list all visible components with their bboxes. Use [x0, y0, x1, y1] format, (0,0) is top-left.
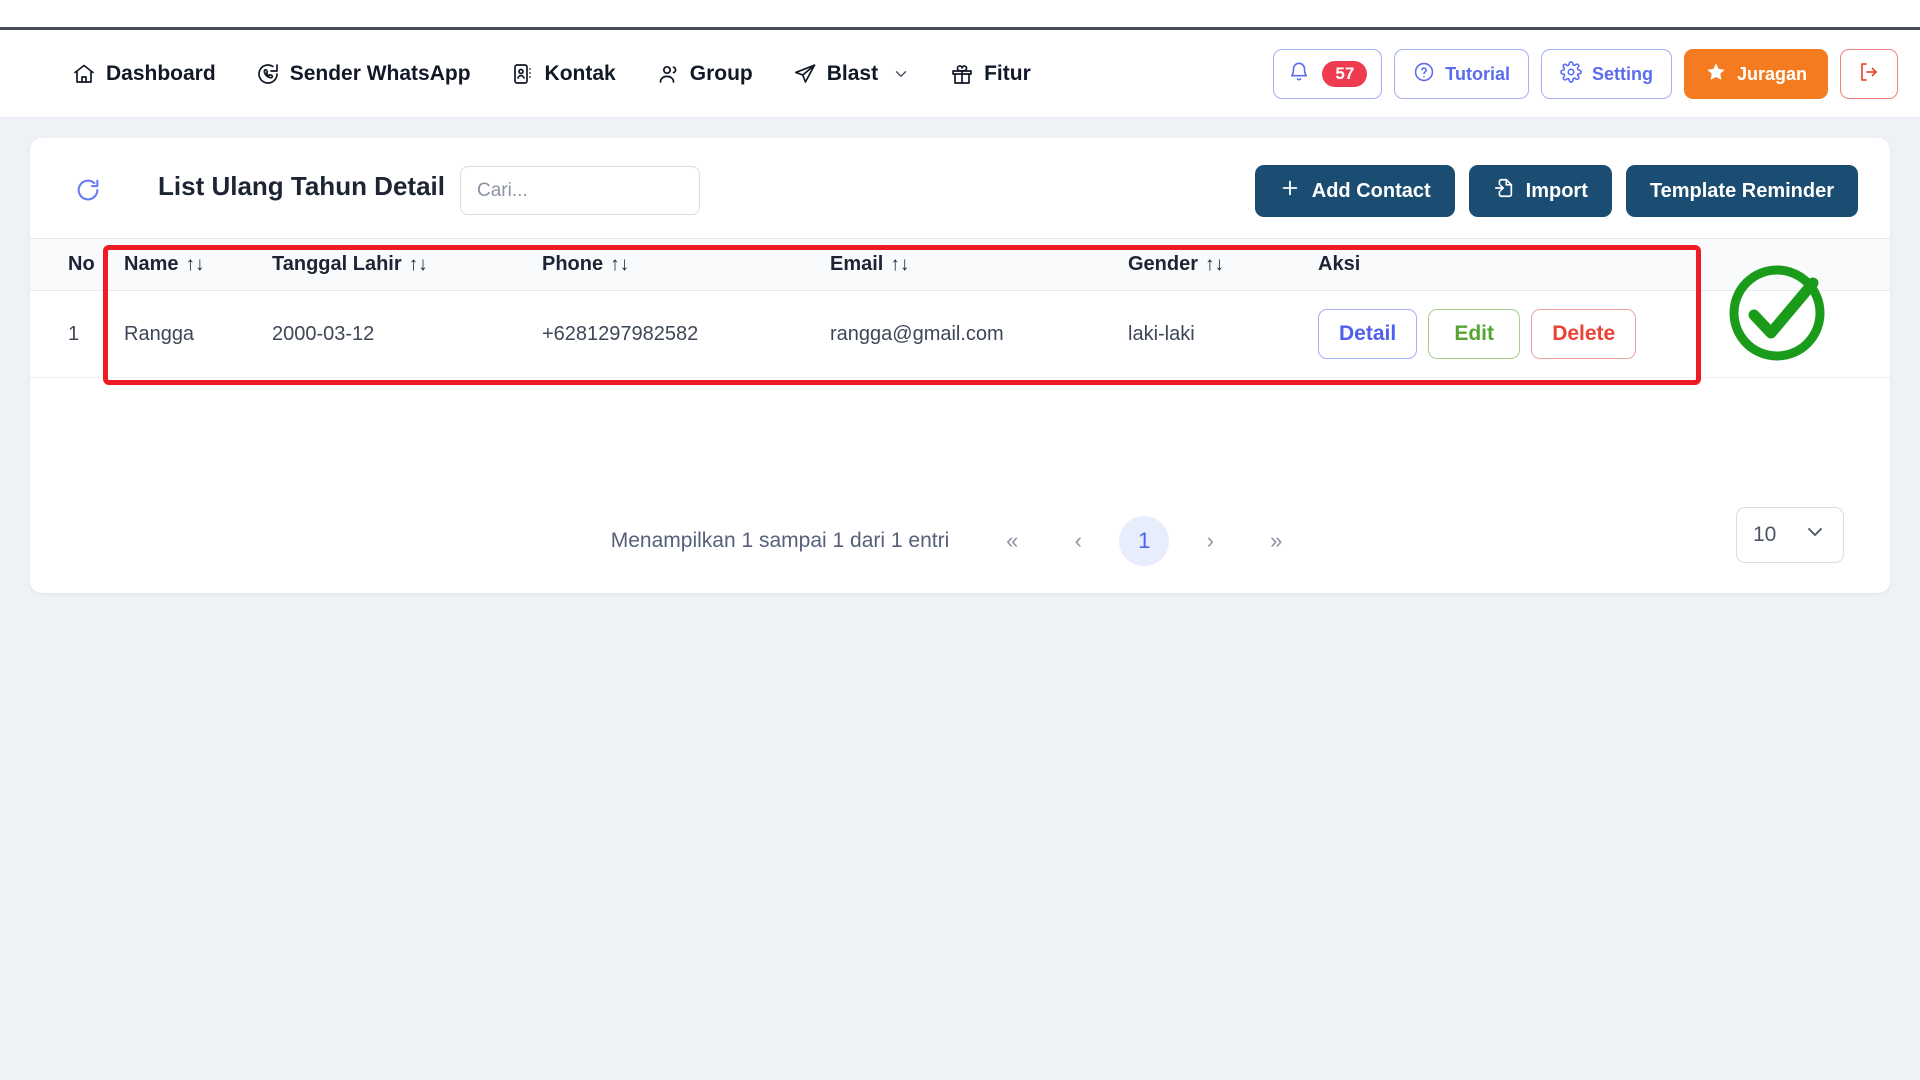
nav-label-fitur: Fitur	[984, 61, 1031, 85]
contacts-table: No Name ↑↓ Tanggal Lahir ↑↓ Phone ↑↓ Email ↑…	[30, 238, 1890, 378]
cell-gender: laki-laki	[1128, 290, 1318, 378]
setting-button[interactable]: Setting	[1540, 49, 1672, 99]
sort-icon-name[interactable]: ↑↓	[185, 254, 204, 275]
logout-button[interactable]	[1840, 49, 1898, 99]
contact-card-icon	[511, 62, 535, 86]
app-root: Dashboard Sender WhatsApp Kontak Group B…	[0, 0, 1920, 1080]
cell-tanggal-lahir: 2000-03-12	[272, 290, 542, 378]
navbar-menu: Dashboard Sender WhatsApp Kontak Group B…	[52, 30, 1051, 118]
column-label-no: No	[68, 253, 95, 275]
search-input[interactable]	[460, 166, 700, 215]
pagination-page-1[interactable]: 1	[1119, 516, 1170, 566]
column-header-no: No	[30, 238, 108, 291]
plus-icon	[1279, 177, 1301, 205]
pagination-last-button[interactable]: »	[1251, 516, 1301, 566]
column-header-aksi: Aksi	[1318, 238, 1890, 291]
cell-email: rangga@gmail.com	[830, 290, 1128, 378]
people-icon	[656, 62, 680, 86]
question-circle-icon	[1413, 61, 1435, 88]
main-navbar: Dashboard Sender WhatsApp Kontak Group B…	[0, 30, 1920, 118]
nav-item-kontak[interactable]: Kontak	[491, 30, 636, 118]
import-label: Import	[1525, 179, 1588, 202]
edit-button[interactable]: Edit	[1428, 309, 1521, 359]
pagination: Menampilkan 1 sampai 1 dari 1 entri « ‹ …	[30, 516, 1890, 566]
nav-item-dashboard[interactable]: Dashboard	[52, 30, 236, 118]
add-contact-label: Add Contact	[1311, 179, 1431, 202]
nav-label-dashboard: Dashboard	[106, 61, 216, 85]
card-toolbar: List Ulang Tahun Detail Add Contact	[30, 138, 1890, 238]
sort-icon-gender[interactable]: ↑↓	[1205, 254, 1224, 275]
home-icon	[72, 62, 96, 86]
setting-label: Setting	[1591, 63, 1653, 84]
nav-label-blast: Blast	[826, 61, 879, 85]
table-row: 1 Rangga 2000-03-12 +6281297982582 rangg…	[30, 290, 1890, 378]
column-label-gender: Gender	[1128, 253, 1199, 275]
column-label-email: Email	[830, 253, 884, 275]
tutorial-label: Tutorial	[1445, 63, 1510, 84]
nav-item-blast[interactable]: Blast	[773, 30, 930, 118]
column-header-gender[interactable]: Gender ↑↓	[1128, 238, 1318, 291]
juragan-button[interactable]: Juragan	[1683, 49, 1828, 99]
column-label-phone: Phone	[542, 253, 604, 275]
content-card: List Ulang Tahun Detail Add Contact	[30, 138, 1890, 593]
navbar-actions: 57 Tutorial Setting Juragan	[1273, 30, 1898, 118]
column-header-email[interactable]: Email ↑↓	[830, 238, 1128, 291]
import-icon	[1493, 177, 1515, 205]
nav-label-group: Group	[689, 61, 753, 85]
nav-item-fitur[interactable]: Fitur	[930, 30, 1051, 118]
table-header-row: No Name ↑↓ Tanggal Lahir ↑↓ Phone ↑↓ Email ↑…	[30, 238, 1890, 291]
table-head: No Name ↑↓ Tanggal Lahir ↑↓ Phone ↑↓ Email ↑…	[30, 238, 1890, 291]
column-label-aksi: Aksi	[1318, 253, 1361, 275]
pagination-summary: Menampilkan 1 sampai 1 dari 1 entri	[610, 529, 950, 552]
import-button[interactable]: Import	[1468, 165, 1612, 217]
column-header-phone[interactable]: Phone ↑↓	[542, 238, 830, 291]
page-size-select[interactable]: 10	[1736, 507, 1844, 563]
refresh-icon[interactable]	[72, 174, 104, 206]
nav-label-kontak: Kontak	[544, 61, 616, 85]
whatsapp-icon	[256, 62, 280, 86]
page-size-value: 10	[1753, 523, 1777, 546]
pagination-first-button[interactable]: «	[987, 516, 1037, 566]
template-reminder-label: Template Reminder	[1649, 179, 1834, 202]
nav-item-group[interactable]: Group	[636, 30, 773, 118]
star-icon	[1705, 61, 1727, 88]
juragan-label: Juragan	[1736, 63, 1807, 84]
bell-icon	[1288, 61, 1310, 88]
table-body: 1 Rangga 2000-03-12 +6281297982582 rangg…	[30, 290, 1890, 378]
tutorial-button[interactable]: Tutorial	[1394, 49, 1529, 99]
notification-button[interactable]: 57	[1273, 49, 1383, 99]
nav-item-sender-whatsapp[interactable]: Sender WhatsApp	[236, 30, 491, 118]
column-label-name: Name	[124, 253, 179, 275]
sort-icon-email[interactable]: ↑↓	[890, 254, 909, 275]
cell-aksi: Detail Edit Delete	[1318, 290, 1890, 378]
toolbar-actions: Add Contact Import Template Reminder	[1254, 165, 1858, 217]
cell-no: 1	[30, 290, 108, 378]
sort-icon-tanggal-lahir[interactable]: ↑↓	[409, 254, 428, 275]
page-title: List Ulang Tahun Detail	[158, 171, 445, 201]
logout-icon	[1857, 60, 1881, 89]
column-header-name[interactable]: Name ↑↓	[108, 238, 272, 291]
sort-icon-phone[interactable]: ↑↓	[610, 254, 629, 275]
notification-count-badge: 57	[1322, 61, 1368, 87]
pagination-next-button[interactable]: ›	[1185, 516, 1235, 566]
column-label-tanggal-lahir: Tanggal Lahir	[272, 253, 402, 275]
detail-button[interactable]: Detail	[1318, 309, 1418, 359]
gear-icon	[1560, 60, 1582, 88]
template-reminder-button[interactable]: Template Reminder	[1625, 165, 1858, 217]
add-contact-button[interactable]: Add Contact	[1254, 165, 1455, 217]
cell-name: Rangga	[108, 290, 272, 378]
gift-icon	[950, 62, 974, 86]
row-action-group: Detail Edit Delete	[1318, 309, 1890, 359]
pagination-prev-button[interactable]: ‹	[1053, 516, 1103, 566]
nav-label-sender-whatsapp: Sender WhatsApp	[289, 61, 471, 85]
chevron-down-icon	[1803, 520, 1827, 550]
column-header-tanggal-lahir[interactable]: Tanggal Lahir ↑↓	[272, 238, 542, 291]
chevron-down-icon	[892, 65, 910, 83]
send-icon	[793, 62, 817, 86]
cell-phone: +6281297982582	[542, 290, 830, 378]
delete-button[interactable]: Delete	[1531, 309, 1637, 359]
